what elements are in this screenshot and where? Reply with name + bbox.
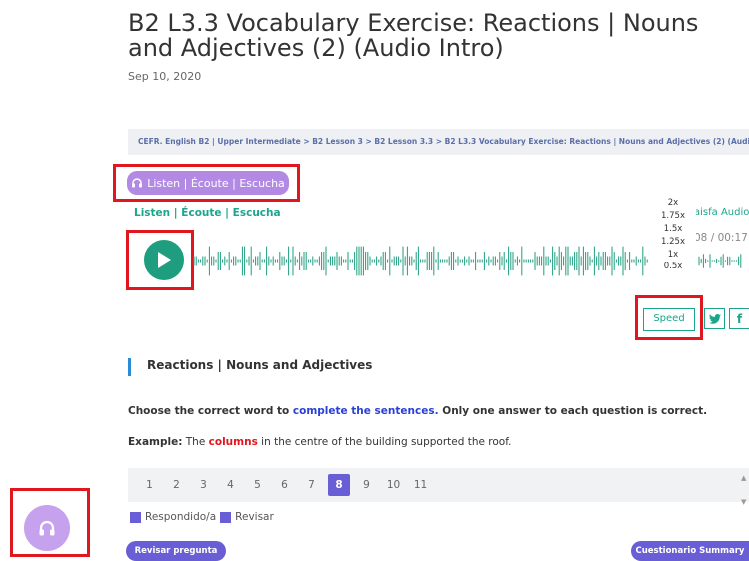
twitter-icon[interactable]: [704, 308, 725, 329]
legend: Respondido/a Revisar: [130, 511, 274, 523]
page-10[interactable]: 10: [380, 474, 407, 496]
speed-option[interactable]: 1.5x: [650, 223, 696, 236]
page-title: B2 L3.3 Vocabulary Exercise: Reactions |…: [128, 9, 699, 62]
page-8-current[interactable]: 8: [328, 474, 350, 496]
speed-button[interactable]: Speed: [643, 308, 695, 331]
audio-waveform-tail: [698, 254, 742, 268]
page-1[interactable]: 1: [136, 474, 163, 496]
page-9[interactable]: 9: [353, 474, 380, 496]
headphones-icon: [132, 178, 143, 188]
example-text-end: in the centre of the building supported …: [257, 436, 512, 448]
legend-answered: Respondido/a: [145, 511, 217, 523]
quiz-summary-button[interactable]: Cuestionario Summary: [631, 541, 749, 561]
page-3[interactable]: 3: [190, 474, 217, 496]
page-7[interactable]: 7: [298, 474, 325, 496]
speed-option[interactable]: 0.5x: [650, 262, 696, 270]
page-2[interactable]: 2: [163, 474, 190, 496]
pagination-scroll-arrows[interactable]: ▲ ▼: [741, 472, 746, 508]
play-icon: [158, 252, 171, 268]
floating-audio-button[interactable]: [24, 505, 70, 551]
review-swatch: [220, 511, 232, 523]
headphones-icon: [39, 520, 55, 536]
page-11[interactable]: 11: [407, 474, 434, 496]
speed-option[interactable]: 1.25x: [650, 236, 696, 249]
audio-waveform[interactable]: [193, 246, 648, 276]
example-sentence: Example: The columns in the centre of th…: [128, 436, 512, 448]
instructions: Choose the correct word to complete the …: [128, 405, 707, 417]
listen-button-label: Listen | Écoute | Escucha: [147, 176, 285, 190]
page-5[interactable]: 5: [244, 474, 271, 496]
speed-menu: 2x 1.75x 1.5x 1.25x 1x 0.5x: [650, 197, 696, 295]
section-accent-bar: [128, 358, 131, 376]
speed-option[interactable]: 1x: [650, 249, 696, 262]
facebook-icon[interactable]: f: [729, 308, 749, 329]
speed-option[interactable]: 1.75x: [650, 210, 696, 223]
listen-link[interactable]: Listen | Écoute | Escucha: [134, 207, 281, 219]
play-button[interactable]: [144, 240, 184, 280]
source-link[interactable]: aisfa Audios: [694, 207, 749, 218]
page-6[interactable]: 6: [271, 474, 298, 496]
example-text: The: [182, 436, 209, 448]
legend-review: Revisar: [235, 511, 274, 523]
breadcrumb[interactable]: CEFR. English B2 | Upper Intermediate > …: [128, 129, 749, 155]
page-4[interactable]: 4: [217, 474, 244, 496]
example-keyword: columns: [208, 436, 258, 448]
instructions-text: Choose the correct word to: [128, 405, 293, 417]
example-label: Example:: [128, 436, 183, 448]
instructions-highlight: complete the sentences.: [292, 405, 439, 417]
section-title: Reactions | Nouns and Adjectives: [147, 358, 373, 372]
instructions-text-end: Only one answer to each question is corr…: [438, 405, 708, 417]
review-question-button[interactable]: Revisar pregunta: [126, 541, 226, 561]
answered-swatch: [130, 511, 141, 523]
speed-option[interactable]: 2x: [650, 197, 696, 210]
listen-button[interactable]: Listen | Écoute | Escucha: [127, 171, 289, 195]
question-pagination: 1 2 3 4 5 6 7 8 9 10 11: [128, 468, 749, 502]
time-readout: 08 / 00:17: [694, 232, 748, 244]
post-date: Sep 10, 2020: [128, 70, 202, 83]
